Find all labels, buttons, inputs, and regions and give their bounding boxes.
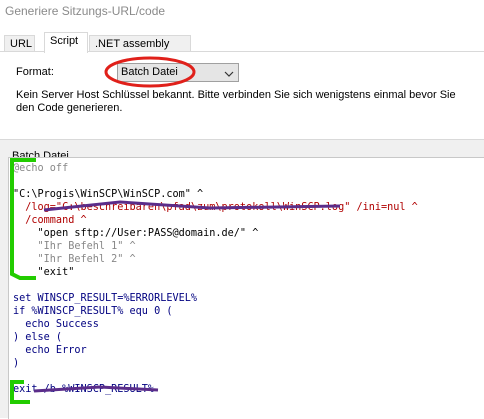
code-line-13: echo Success [13, 319, 99, 330]
code-line-18: exit /b %WINSCP_RESULT% [13, 384, 155, 395]
code-line-1: @echo off [13, 163, 69, 174]
format-select-value: Batch Datei [121, 66, 178, 78]
code-line-3: "C:\Progis\WinSCP\WinSCP.com" ^ [13, 189, 204, 200]
code-line-16: ) [13, 358, 20, 369]
tab-bar: URL Script .NET assembly code [0, 32, 484, 66]
script-tab-panel: Format: Batch Datei Kein Server Host Sch… [0, 51, 484, 140]
tab-script[interactable]: Script [44, 32, 88, 53]
code-line-14: ) else ( [13, 332, 63, 343]
host-key-warning: Kein Server Host Schlüssel bekannt. Bitt… [16, 89, 456, 114]
tab-url[interactable]: URL [4, 35, 35, 52]
window-title: Generiere Sitzungs-URL/code [0, 0, 484, 22]
code-line-8: "Ihr Befehl 2" ^ [13, 254, 136, 265]
batch-file-group: Batch Datei @echo off "C:\Progis\WinSCP\… [0, 140, 484, 419]
code-line-6: "open sftp://User:PASS@domain.de/" ^ [13, 228, 259, 239]
code-line-5: /command ^ [13, 215, 87, 226]
code-line-11: set WINSCP_RESULT=%ERRORLEVEL% [13, 293, 198, 304]
chevron-down-icon [224, 67, 234, 84]
code-line-9: "exit" [13, 267, 75, 278]
code-content: @echo off "C:\Progis\WinSCP\WinSCP.com" … [13, 162, 418, 396]
code-line-12: if %WINSCP_RESULT% equ 0 ( [13, 306, 173, 317]
format-label: Format: [16, 66, 54, 78]
code-textarea[interactable]: @echo off "C:\Progis\WinSCP\WinSCP.com" … [8, 157, 484, 419]
code-line-4: /log="C:\beschreibaren\pfad\zum\protokol… [13, 202, 418, 213]
code-line-15: echo Error [13, 345, 87, 356]
code-line-7: "Ihr Befehl 1" ^ [13, 241, 136, 252]
format-select[interactable]: Batch Datei [117, 63, 239, 82]
tab-net-assembly-code[interactable]: .NET assembly code [89, 35, 191, 66]
